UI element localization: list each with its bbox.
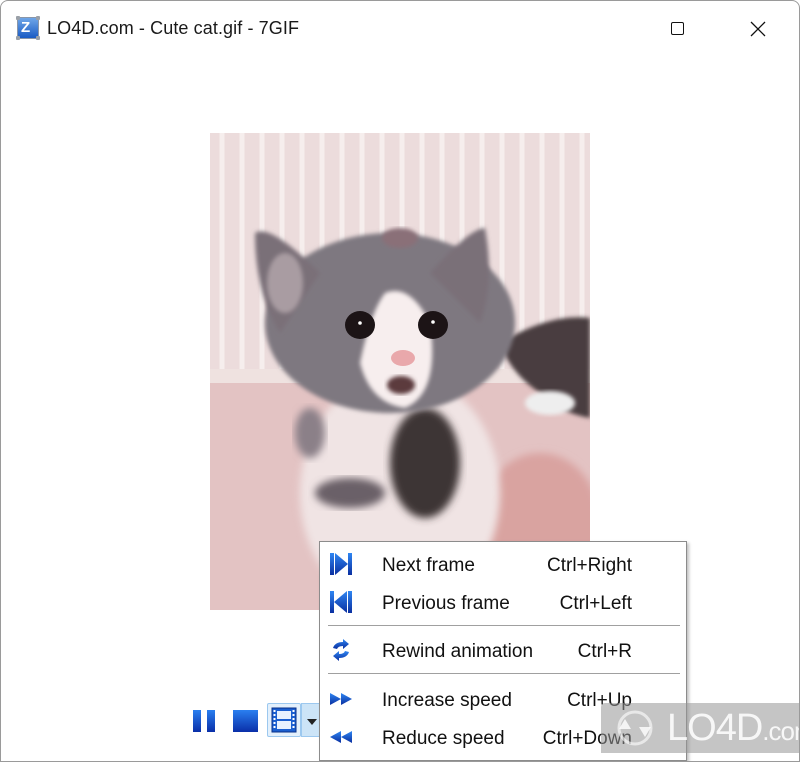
watermark-text: LO4D.com [667,707,799,749]
menu-separator [328,625,680,626]
title-bar[interactable]: LO4D.com - Cute cat.gif - 7GIF [1,1,799,57]
7gif-app-icon[interactable] [16,16,40,40]
menu-item-label: Previous frame [382,593,510,614]
next-frame-icon [330,553,352,575]
menu-item-shortcut: Ctrl+Left [559,593,632,614]
rewind-icon [333,639,349,661]
previous-frame-icon [330,591,352,613]
lo4d-logo-icon [617,710,653,746]
menu-item-rewind-animation[interactable]: Rewind animation Ctrl+R [320,632,686,668]
stop-button[interactable] [229,703,259,737]
cat-gif-image [210,133,590,610]
frames-dropdown-button[interactable] [301,703,321,737]
menu-item-label: Next frame [382,555,475,576]
window-title: LO4D.com - Cute cat.gif - 7GIF [47,18,300,38]
menu-item-label: Reduce speed [382,728,505,749]
film-strip-icon [271,707,297,733]
fast-rewind-icon [330,731,352,743]
menu-item-previous-frame[interactable]: Previous frame Ctrl+Left [320,584,686,620]
menu-item-next-frame[interactable]: Next frame Ctrl+Right [320,546,686,582]
menu-item-label: Increase speed [382,690,512,711]
frames-button[interactable] [267,703,301,737]
pause-button[interactable] [189,703,219,737]
close-button[interactable] [736,13,782,45]
fast-forward-icon [330,693,352,705]
menu-item-shortcut: Ctrl+R [577,641,632,662]
app-window: LO4D.com - Cute cat.gif - 7GIF [0,0,800,762]
close-icon [750,21,766,37]
maximize-button[interactable] [655,13,701,45]
gif-image-view[interactable] [210,133,590,610]
menu-separator [328,673,680,674]
maximize-icon [671,22,684,35]
lo4d-watermark: LO4D.com [601,703,799,753]
menu-item-label: Rewind animation [382,641,534,662]
menu-item-shortcut: Ctrl+Right [547,555,632,576]
